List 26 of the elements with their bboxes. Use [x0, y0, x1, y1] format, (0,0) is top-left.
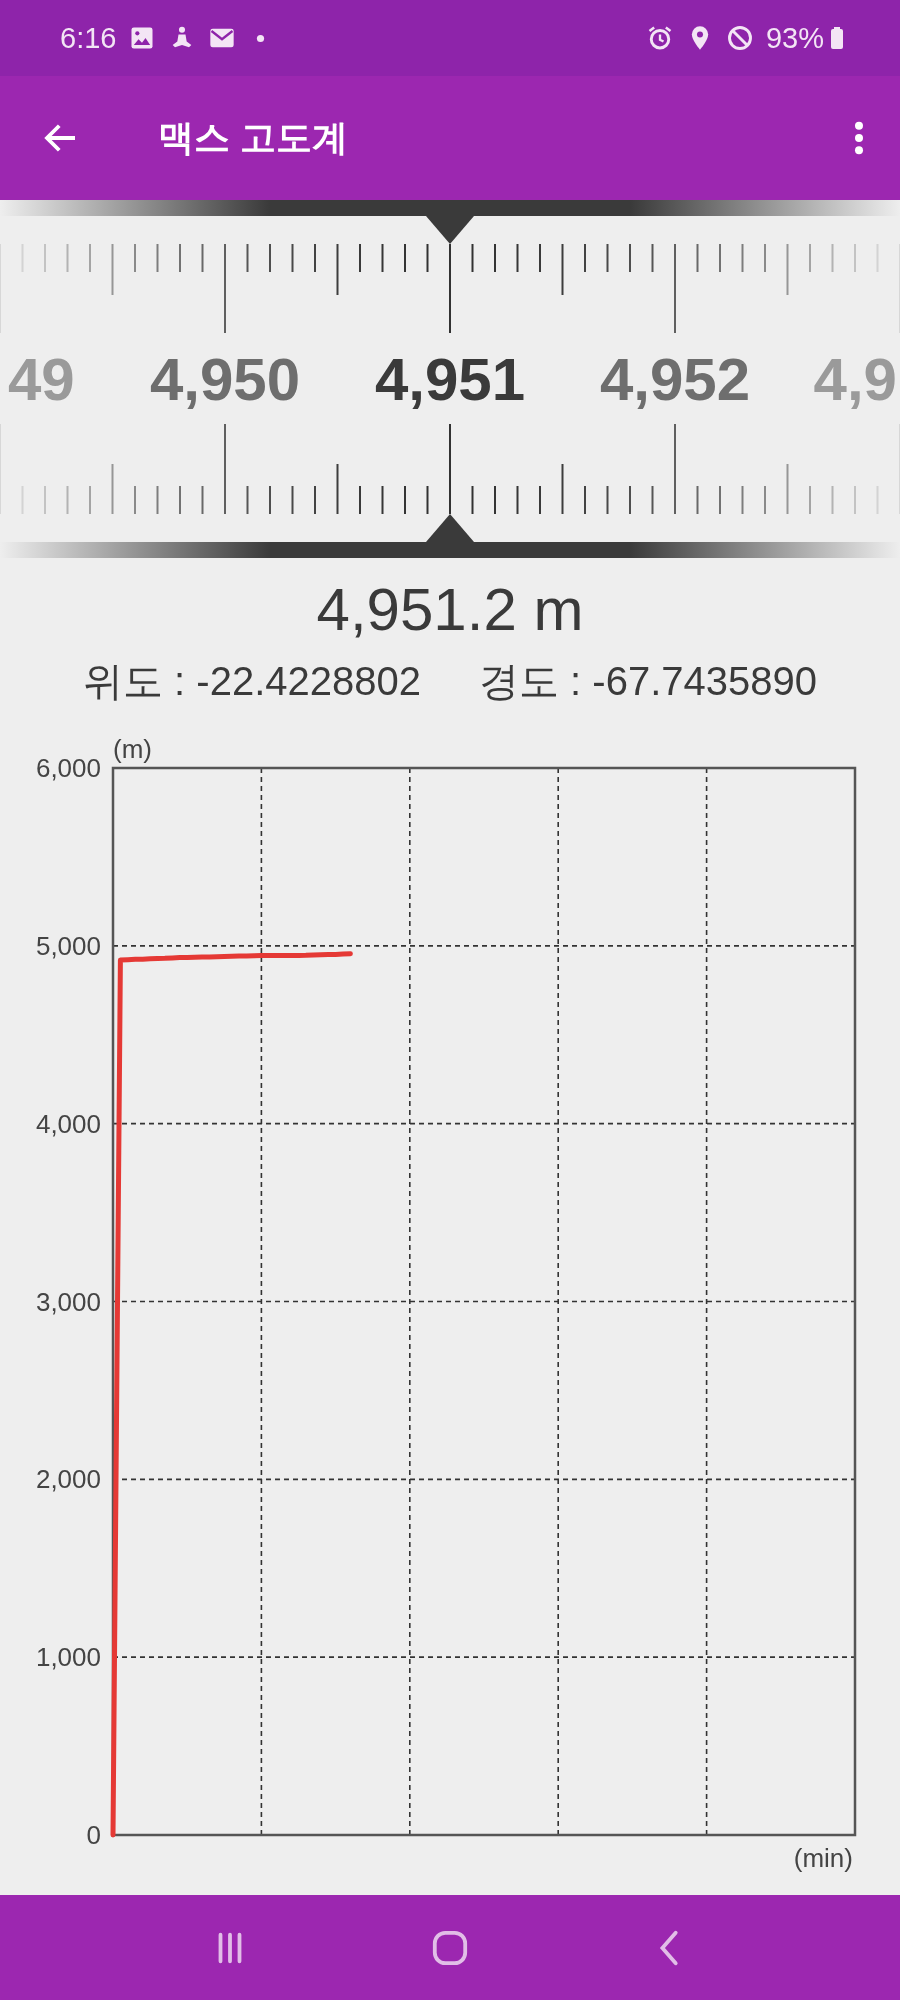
latitude-text: 위도 : -22.4228802	[83, 658, 421, 705]
y-tick-label: 1,000	[35, 1642, 101, 1673]
y-tick-label: 6,000	[35, 753, 101, 783]
home-icon[interactable]	[431, 1928, 469, 1967]
ruler-scale-drawing[interactable]	[0, 200, 900, 558]
ruler-label: 4,952	[599, 346, 751, 413]
y-axis-label: (m)	[113, 734, 152, 764]
y-tick-label: 2,000	[35, 1464, 101, 1495]
y-tick-label: 3,000	[35, 1286, 101, 1317]
status-time: 6:16	[60, 21, 117, 55]
app-title: 맥스 고도계	[158, 115, 349, 160]
menu-icon[interactable]	[854, 121, 864, 155]
dot-icon	[256, 33, 266, 43]
y-tick-label: 5,000	[35, 930, 101, 961]
battery-percent: 93%	[765, 21, 824, 55]
ruler-label: 4,950	[149, 346, 301, 413]
ruler-label: 49	[8, 346, 75, 413]
ruler-label: 4,951	[374, 346, 526, 413]
ruler-label: 4,9	[813, 346, 897, 413]
longitude-text: 경도 : -67.7435890	[479, 658, 817, 705]
y-tick-label: 4,000	[35, 1108, 101, 1139]
battery-icon	[830, 25, 844, 51]
x-axis-label: (min)	[793, 1843, 853, 1873]
blocked-icon	[725, 24, 754, 52]
y-tick-label: 0	[86, 1820, 101, 1850]
altitude-reading: 4,951.2 m	[316, 575, 584, 645]
